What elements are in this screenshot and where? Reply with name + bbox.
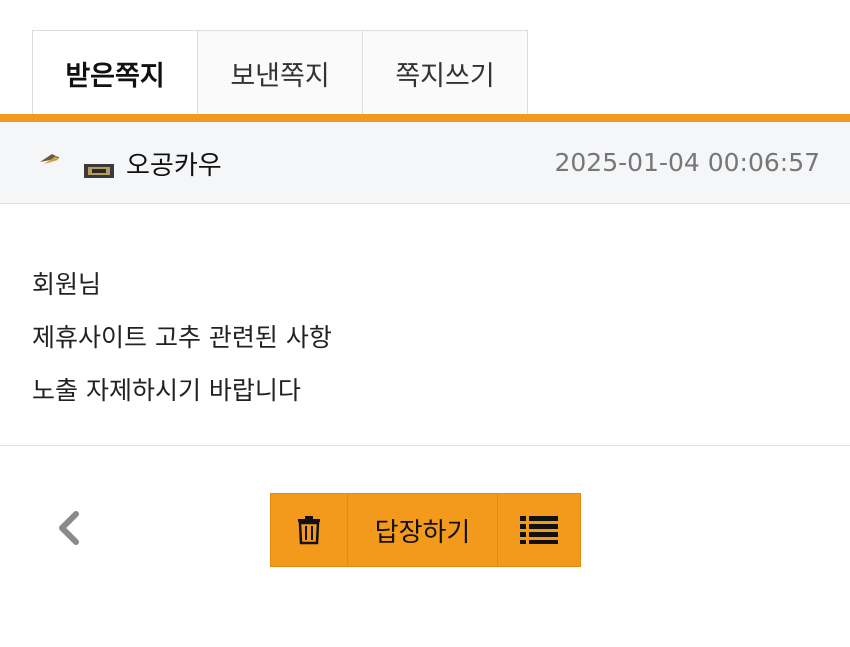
list-button[interactable] [497,493,581,567]
tab-underline [0,114,850,122]
sender-name[interactable]: 오공카우 [126,145,222,182]
divider [0,445,850,446]
tab-sent[interactable]: 보낸쪽지 [197,30,363,115]
message-line: 노출 자제하시기 바랍니다 [32,376,301,405]
delete-button[interactable] [270,493,348,567]
message-date: 2025-01-04 00:06:57 [554,148,820,177]
list-icon [520,516,558,544]
message-line: 회원님 [32,270,102,299]
action-buttons: 답장하기 [270,493,581,567]
trash-icon [298,516,320,545]
tab-inbox[interactable]: 받은쪽지 [32,30,198,115]
tab-compose[interactable]: 쪽지쓰기 [362,30,528,115]
message-line: 제휴사이트 고추 관련된 사항 [32,323,332,352]
reply-button[interactable]: 답장하기 [347,493,498,567]
level-badge-icon [40,154,114,178]
message-tabs: 받은쪽지 보낸쪽지 쪽지쓰기 [32,30,528,115]
chevron-left-icon[interactable] [52,508,86,548]
message-body: 회원님 제휴사이트 고추 관련된 사항 노출 자제하시기 바랍니다 [32,258,332,417]
